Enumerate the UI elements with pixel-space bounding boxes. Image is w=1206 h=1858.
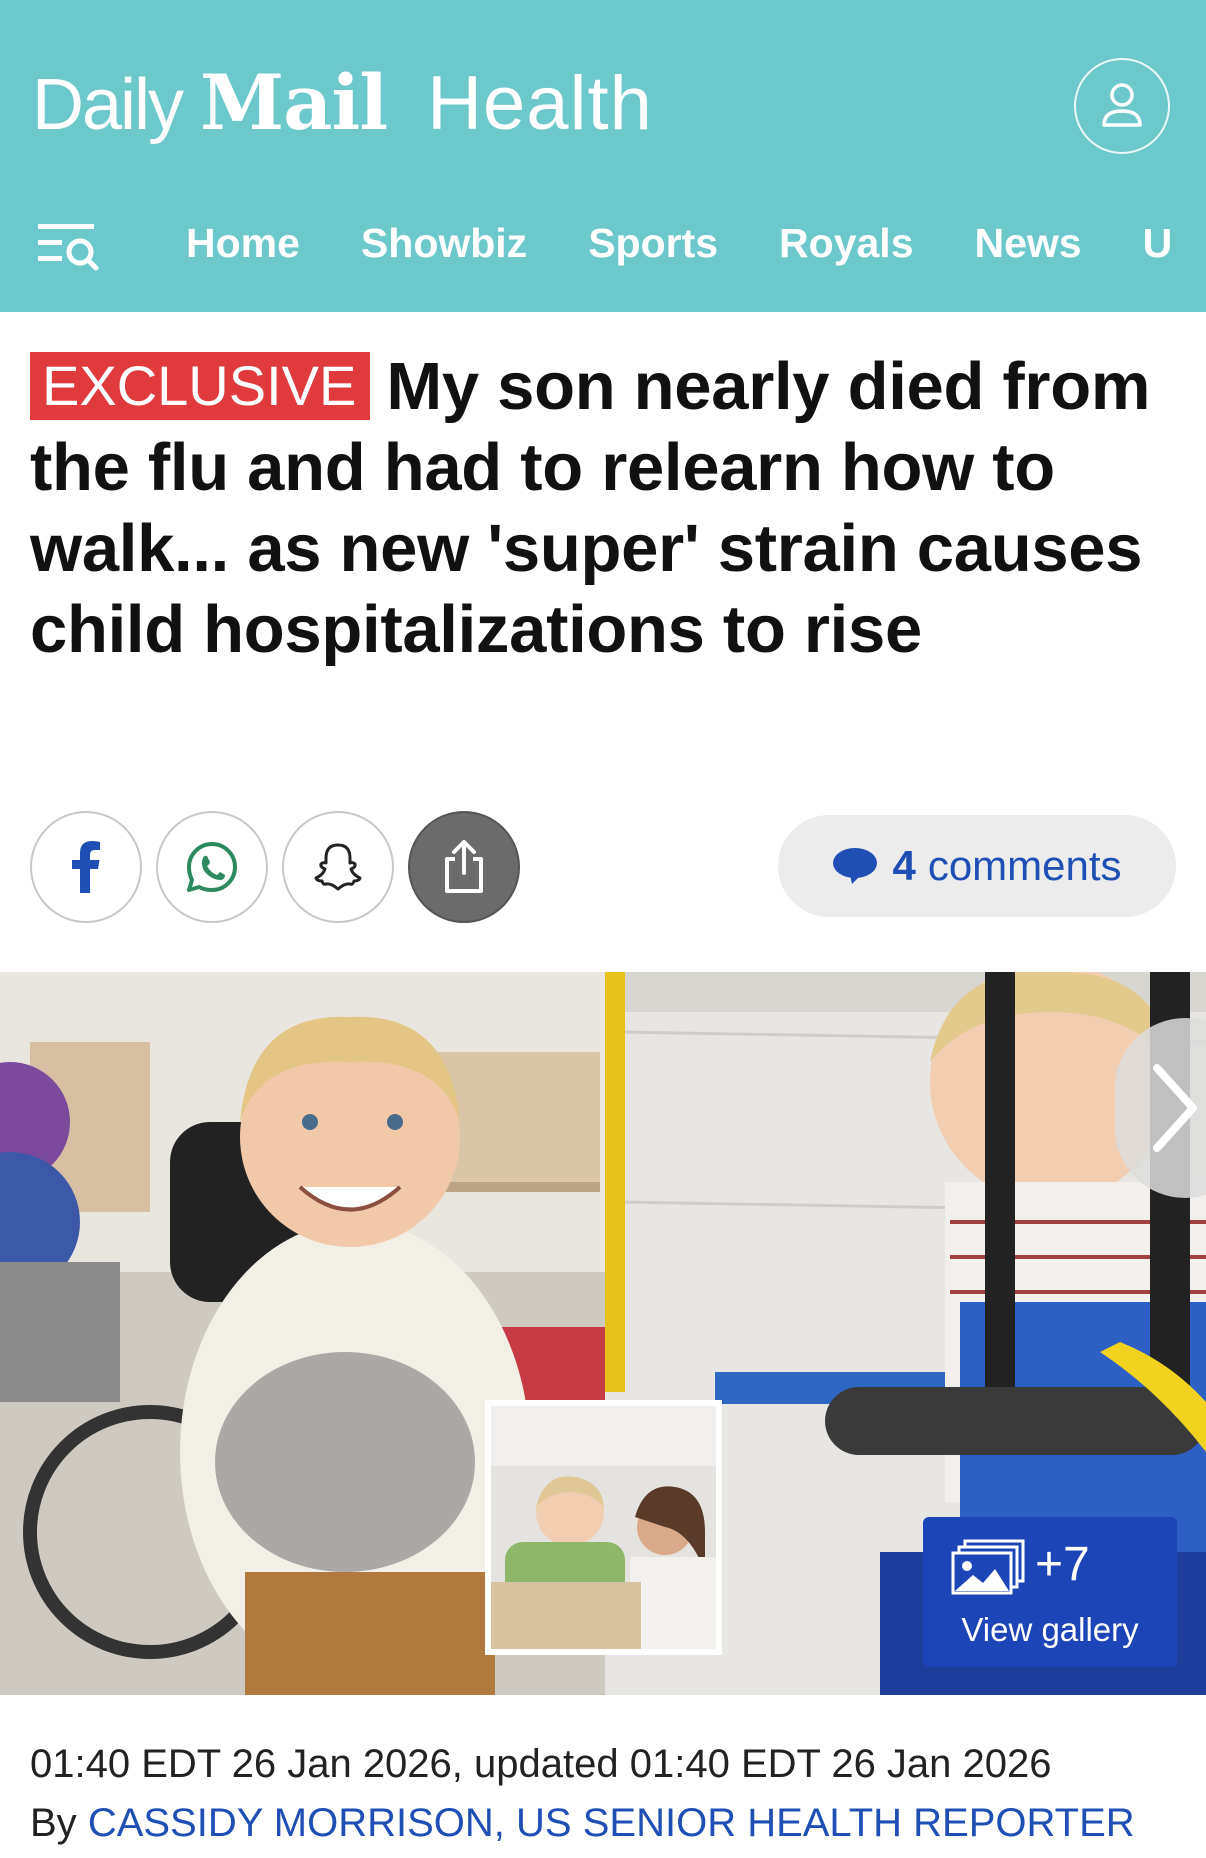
menu-search-button[interactable] (36, 218, 102, 274)
gallery-icon (951, 1539, 1025, 1595)
nav-items: Home Showbiz Sports Royals News U (186, 218, 1206, 268)
share-icon (445, 840, 483, 893)
gallery-count: +7 (1035, 1538, 1090, 1591)
logo-daily: Daily (32, 65, 184, 145)
article-headline: EXCLUSIVE My son nearly died from the flu… (30, 346, 1180, 670)
snapchat-share-button[interactable] (282, 811, 394, 923)
logo-mail: Mail (200, 58, 388, 147)
article-byline: By CASSIDY MORRISON, US SENIOR HEALTH RE… (30, 1801, 1135, 1846)
comments-count: 4 (892, 842, 916, 889)
facebook-share-button[interactable] (30, 811, 142, 923)
section-title: Health (427, 61, 653, 146)
share-bar (30, 811, 534, 923)
author-link[interactable]: CASSIDY MORRISON, US SENIOR HEALTH REPOR… (88, 1801, 1135, 1845)
site-header: Daily Mail Health Home Showbiz Sports Ro… (0, 0, 1206, 312)
comments-label: comments (927, 842, 1122, 889)
gallery-label: View gallery (961, 1611, 1139, 1648)
snapchat-icon (314, 843, 362, 891)
whatsapp-icon (187, 842, 237, 892)
site-logo[interactable]: Daily Mail Health (32, 58, 653, 148)
nav-royals[interactable]: Royals (779, 218, 913, 268)
exclusive-badge: EXCLUSIVE (30, 352, 371, 420)
menu-search-icon (38, 224, 99, 271)
main-nav: Home Showbiz Sports Royals News U (0, 200, 1206, 286)
chevron-right-icon (1153, 1064, 1197, 1152)
user-icon (1102, 83, 1142, 127)
comments-button[interactable]: 4 comments (778, 815, 1176, 917)
facebook-icon (72, 841, 100, 893)
nav-us[interactable]: U (1143, 218, 1173, 268)
share-button[interactable] (408, 811, 520, 923)
nav-news[interactable]: News (975, 218, 1082, 268)
byline-prefix: By (30, 1801, 77, 1845)
account-button[interactable] (1074, 58, 1170, 154)
whatsapp-share-button[interactable] (156, 811, 268, 923)
nav-home[interactable]: Home (186, 218, 300, 268)
view-gallery-button[interactable]: +7 View gallery (923, 1517, 1177, 1667)
comment-icon (833, 848, 878, 884)
nav-showbiz[interactable]: Showbiz (361, 218, 527, 268)
nav-sports[interactable]: Sports (588, 218, 718, 268)
article-dateline: 01:40 EDT 26 Jan 2026, updated 01:40 EDT… (30, 1742, 1052, 1786)
